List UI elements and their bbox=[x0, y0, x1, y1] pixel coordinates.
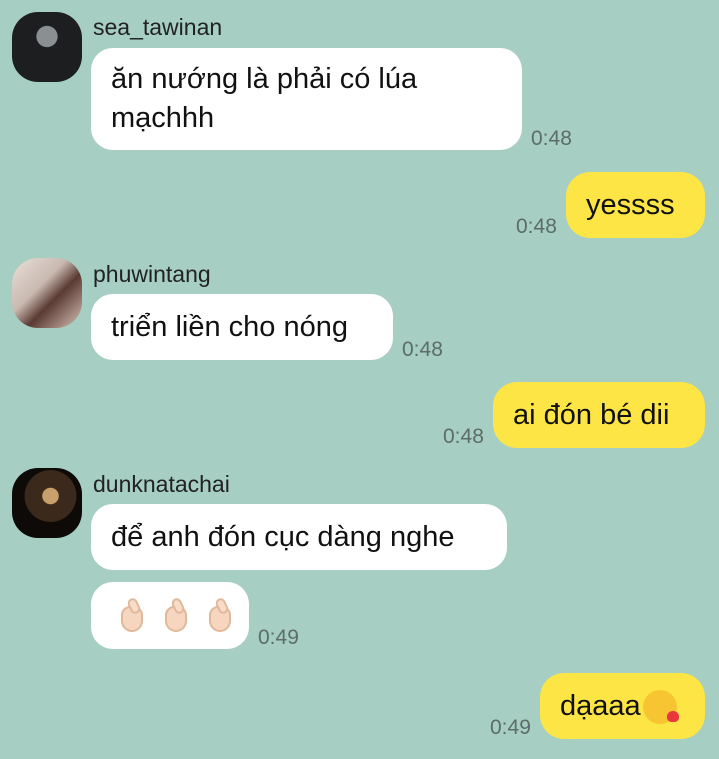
message-bubble[interactable]: ăn nướng là phải có lúa mạchhh bbox=[91, 48, 522, 150]
message-time: 0:49 bbox=[490, 716, 531, 739]
message-text: dạaaa bbox=[560, 690, 641, 722]
finger-heart-icon bbox=[161, 598, 191, 634]
message-text: yessss bbox=[586, 189, 675, 221]
avatar-phuwintang[interactable] bbox=[12, 258, 82, 328]
message-text: triển liền cho nóng bbox=[111, 311, 348, 343]
message-time: 0:48 bbox=[531, 127, 572, 150]
message-text: ai đón bé dii bbox=[513, 399, 670, 431]
message-bubble-outgoing[interactable]: dạaaa bbox=[540, 673, 705, 739]
kissing-face-with-heart-icon bbox=[642, 690, 679, 725]
finger-heart-icon bbox=[117, 598, 147, 634]
message-text-line: mạchhh bbox=[111, 102, 215, 134]
message-time: 0:48 bbox=[443, 425, 484, 448]
sender-name: phuwintang bbox=[93, 261, 211, 287]
message-bubble-emoji[interactable] bbox=[91, 582, 249, 649]
avatar-dunknatachai[interactable] bbox=[12, 468, 82, 538]
message-bubble-outgoing[interactable]: ai đón bé dii bbox=[493, 382, 705, 448]
message-time: 0:48 bbox=[516, 215, 557, 238]
message-text-line: ăn nướng là phải có lúa bbox=[111, 63, 418, 95]
message-time: 0:48 bbox=[402, 338, 443, 361]
message-bubble-outgoing[interactable]: yessss bbox=[566, 172, 705, 238]
message-time: 0:49 bbox=[258, 626, 299, 649]
avatar-sea-tawinan[interactable] bbox=[12, 12, 82, 82]
sender-name: dunknatachai bbox=[93, 471, 230, 497]
message-text: để anh đón cục dàng nghe bbox=[111, 521, 455, 553]
sender-name: sea_tawinan bbox=[93, 14, 223, 40]
message-bubble[interactable]: triển liền cho nóng bbox=[91, 294, 393, 360]
message-bubble[interactable]: để anh đón cục dàng nghe bbox=[91, 504, 507, 570]
finger-heart-icon bbox=[205, 598, 235, 634]
